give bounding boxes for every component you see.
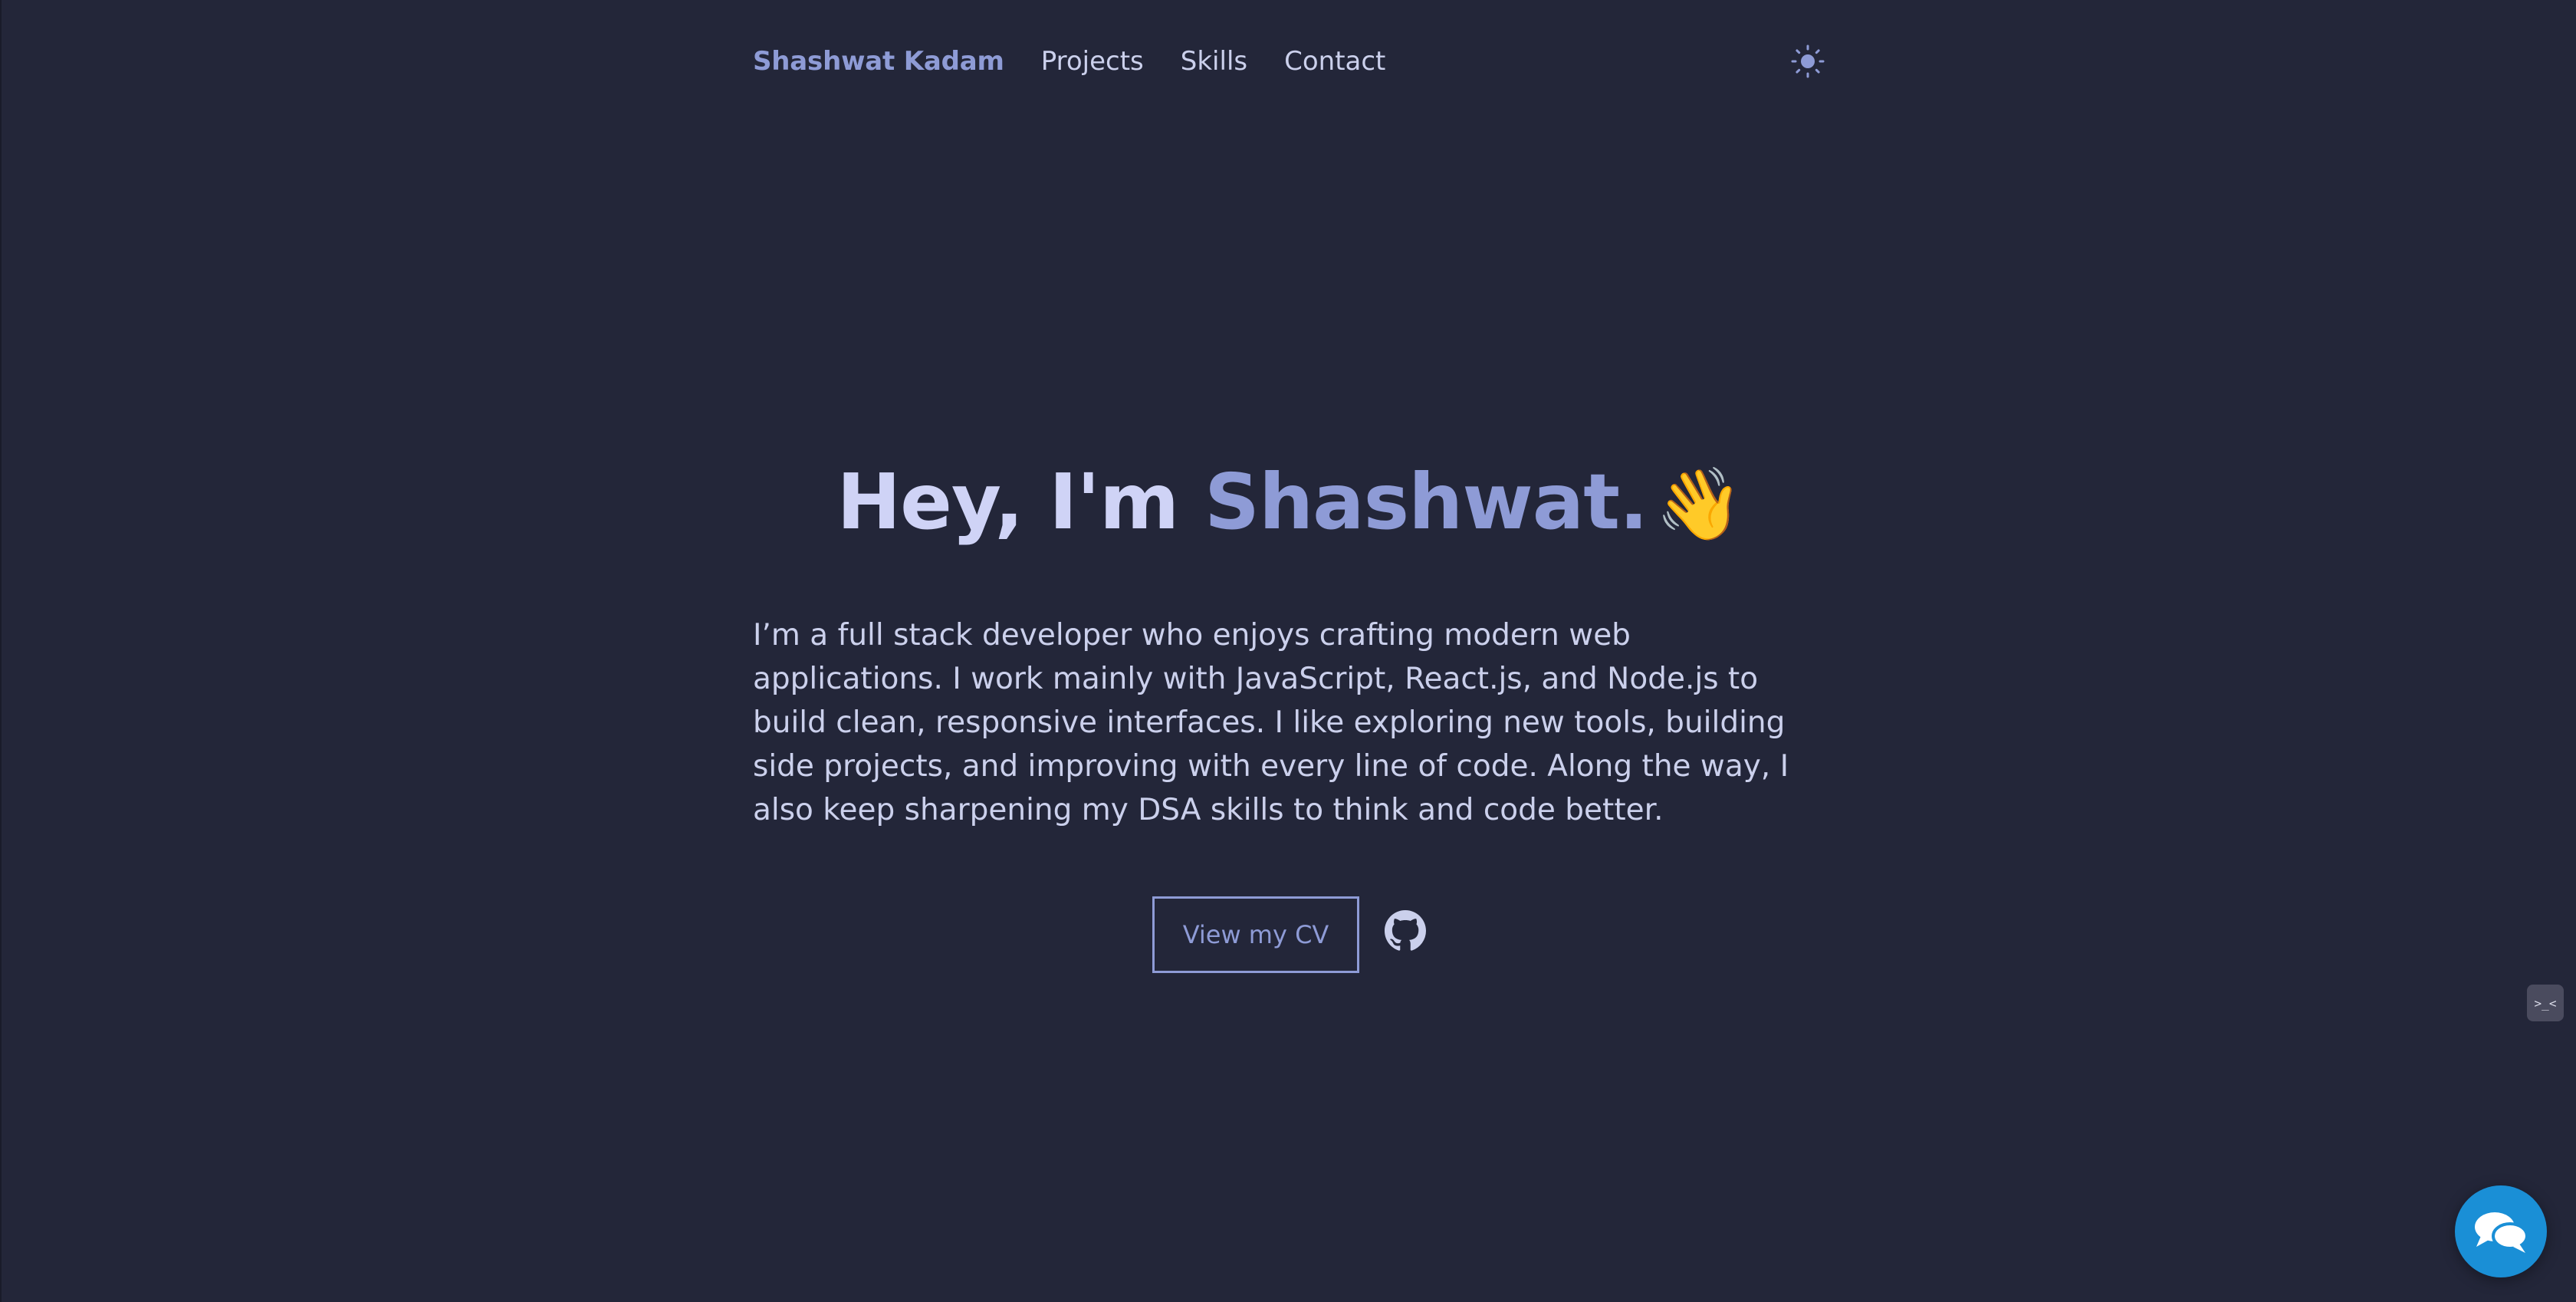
chat-bubbles-icon (2475, 1212, 2528, 1253)
page: Shashwat Kadam Projects Skills Contact H… (0, 0, 2576, 1302)
waving-hand-icon: 👋 (1655, 463, 1743, 545)
top-nav: Shashwat Kadam Projects Skills Contact (753, 38, 1826, 84)
terminal-face-icon: >_< (2534, 995, 2557, 1011)
github-icon (1385, 910, 1426, 951)
nav-link-contact[interactable]: Contact (1284, 46, 1385, 77)
chat-button[interactable] (2455, 1185, 2547, 1277)
hero-greeting: Hey, I'm (836, 457, 1204, 547)
hero-name: Shashwat. (1204, 457, 1648, 547)
hero-heading: Hey, I'm Shashwat. 👋 (2, 452, 2576, 554)
hero-bio: I’m a full stack developer who enjoys cr… (753, 618, 1789, 827)
side-widget[interactable]: >_< (2527, 985, 2564, 1021)
nav-link-skills[interactable]: Skills (1181, 46, 1247, 77)
theme-toggle-button[interactable] (1789, 43, 1826, 80)
sun-icon (1791, 44, 1825, 78)
brand-link[interactable]: Shashwat Kadam (753, 46, 1004, 77)
view-cv-button[interactable]: View my CV (1152, 896, 1359, 973)
nav-link-projects[interactable]: Projects (1041, 46, 1144, 77)
github-link[interactable] (1384, 909, 1427, 952)
